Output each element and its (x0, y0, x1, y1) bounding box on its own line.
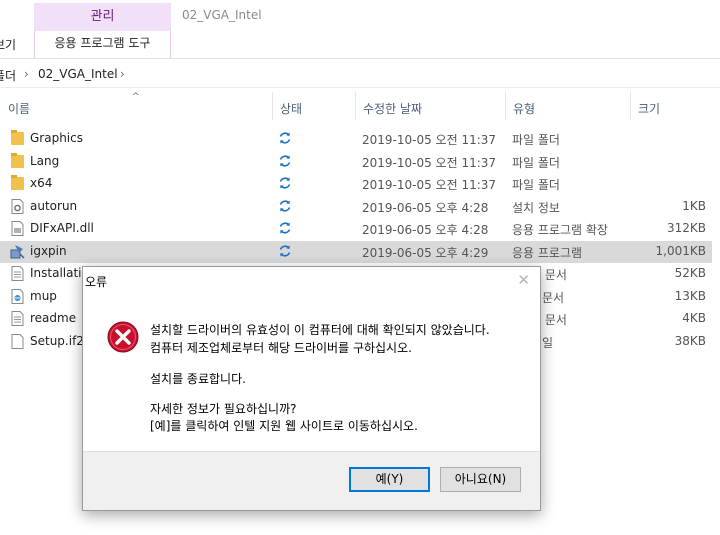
file-size: 52KB (674, 266, 706, 280)
context-tab-group-manage[interactable]: 관리 (34, 3, 171, 31)
error-message-line: [예]를 클릭하여 인텔 지원 웹 사이트로 이동하십시오. (150, 419, 418, 433)
file-type: 문서 (542, 290, 565, 305)
file-size: 13KB (674, 288, 706, 303)
file-type: 응용 프로그램 (512, 245, 583, 260)
file-row[interactable]: autorun 2019-06-05 오후 4:28 설치 정보 1KB (0, 196, 712, 219)
file-name: autorun (30, 198, 78, 213)
file-size: 312KB (666, 221, 706, 235)
folder-icon (11, 152, 24, 168)
sync-status-icon (279, 132, 291, 144)
file-date: 2019-10-05 오전 11:37 (362, 178, 497, 192)
address-bar[interactable]: 폴더 › 02_VGA_Intel › (0, 63, 720, 85)
ribbon-tab-view[interactable]: 보기 (0, 36, 16, 53)
breadcrumb-chevron-icon[interactable]: › (24, 67, 29, 81)
file-date: 2019-06-05 오후 4:29 (362, 245, 489, 260)
folder-icon (11, 175, 24, 190)
installer-icon (10, 244, 25, 259)
ribbon: 보기 관리 응용 프로그램 도구 02_VGA_Intel (0, 0, 720, 58)
file-row[interactable]: Lang 2019-10-05 오전 11:37 파일 폴더 (0, 151, 712, 174)
file-row[interactable]: DIFxAPI.dll 2019-06-05 오후 4:28 응용 프로그램 확… (0, 218, 712, 241)
file-name: Graphics (30, 131, 83, 145)
sync-status-icon (279, 245, 291, 256)
file-name: Lang (30, 153, 60, 168)
sync-status-icon (279, 155, 291, 166)
breadcrumb-chevron-icon[interactable]: › (120, 67, 125, 81)
column-headers: ^ 이름 상태 수정한 날짜 유형 크기 (0, 92, 720, 122)
breadcrumb-current[interactable]: 02_VGA_Intel (38, 67, 118, 81)
yes-button[interactable]: 예(Y) (349, 467, 430, 492)
file-size: 1,001KB (655, 243, 706, 258)
file-size: 38KB (674, 333, 706, 348)
file-type: 파일 폴더 (512, 133, 560, 147)
file-date: 2019-06-05 오후 4:28 (362, 200, 489, 215)
file-type: 파일 폴더 (512, 178, 560, 192)
ribbon-divider (0, 58, 720, 59)
error-icon (107, 321, 139, 353)
header-status[interactable]: 상태 (280, 100, 302, 117)
xml-file-icon (11, 288, 24, 304)
file-date: 2019-10-05 오전 11:37 (362, 133, 497, 147)
error-dialog: 오류 ✕ 설치할 드라이버의 유효성이 이 컴퓨터에 대해 확인되지 않았습니다… (82, 266, 541, 511)
column-divider[interactable] (355, 92, 356, 120)
error-message-line: 설치할 드라이버의 유효성이 이 컴퓨터에 대해 확인되지 않았습니다. (150, 323, 490, 337)
header-name[interactable]: 이름 (8, 100, 30, 117)
file-type: 일 (542, 335, 554, 350)
setup-info-icon (11, 198, 24, 214)
error-message-line: 컴퓨터 제조업체로부터 해당 드라이버를 구하십시오. (150, 341, 412, 355)
file-size: 4KB (682, 311, 706, 325)
close-icon[interactable]: ✕ (517, 271, 530, 289)
file-row[interactable]: Graphics 2019-10-05 오전 11:37 파일 폴더 (0, 128, 712, 151)
file-name: Installatio (30, 266, 89, 280)
file-date: 2019-06-05 오후 4:28 (362, 223, 489, 237)
sort-ascending-icon: ^ (132, 92, 140, 102)
dialog-title: 오류 (85, 275, 108, 289)
sync-status-icon (279, 222, 291, 234)
file-size: 1KB (682, 198, 706, 213)
text-file-icon (11, 311, 24, 326)
file-row[interactable]: x64 2019-10-05 오전 11:37 파일 폴더 (0, 173, 712, 196)
error-message-line: 설치를 종료합니다. (150, 372, 246, 386)
file-type: 파일 폴더 (512, 155, 560, 170)
file-date: 2019-10-05 오전 11:37 (362, 155, 497, 170)
file-name: readme (30, 311, 77, 325)
dll-icon (11, 221, 24, 236)
dialog-button-bar: 예(Y) 아니요(N) (83, 451, 540, 510)
header-type[interactable]: 유형 (513, 100, 535, 117)
header-size[interactable]: 크기 (638, 100, 660, 117)
file-icon (11, 333, 24, 349)
header-date-modified[interactable]: 수정한 날짜 (363, 100, 422, 117)
file-name: DIFxAPI.dll (30, 221, 94, 235)
file-type: 응용 프로그램 확장 (512, 223, 608, 237)
text-file-icon (11, 266, 24, 281)
window-title: 02_VGA_Intel (182, 8, 262, 22)
column-divider[interactable] (272, 92, 273, 120)
error-message-line: 자세한 정보가 필요하십니까? (150, 402, 297, 416)
file-row-selected[interactable]: igxpin 2019-06-05 오후 4:29 응용 프로그램 1,001K… (0, 240, 712, 263)
no-button[interactable]: 아니요(N) (440, 467, 521, 492)
file-name: igxpin (30, 243, 67, 258)
tab-application-tools[interactable]: 응용 프로그램 도구 (34, 31, 171, 58)
file-type: 설치 정보 (512, 200, 560, 215)
column-divider[interactable] (630, 92, 631, 120)
file-name: Setup.if2 (30, 333, 84, 348)
address-divider (0, 87, 720, 88)
sync-status-icon (279, 177, 291, 189)
breadcrumb-parent[interactable]: 폴더 (0, 67, 16, 84)
column-divider[interactable] (505, 92, 506, 120)
file-name: mup (30, 288, 57, 303)
file-name: x64 (30, 176, 53, 190)
sync-status-icon (279, 200, 291, 211)
folder-icon (11, 130, 24, 145)
